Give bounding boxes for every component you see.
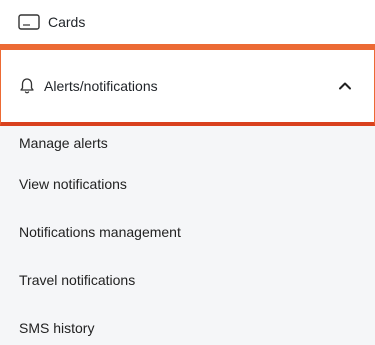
chevron-up-icon[interactable] (336, 77, 354, 95)
bell-icon (18, 77, 36, 95)
alerts-submenu: Manage alerts View notifications Notific… (0, 126, 375, 345)
submenu-item-view-notifications[interactable]: View notifications (0, 160, 375, 208)
menu-item-alerts-label: Alerts/notifications (44, 78, 158, 94)
menu-item-alerts-notifications[interactable]: Alerts/notifications (0, 44, 375, 126)
submenu-item-manage-alerts[interactable]: Manage alerts (0, 126, 375, 160)
menu-item-cards[interactable]: Cards (0, 0, 375, 44)
menu-item-cards-label: Cards (48, 14, 86, 30)
side-navigation-menu: Cards Alerts/notifications Manage alerts… (0, 0, 375, 345)
submenu-item-sms-history[interactable]: SMS history (0, 304, 375, 345)
submenu-item-notifications-management[interactable]: Notifications management (0, 208, 375, 256)
card-icon (18, 14, 40, 30)
submenu-item-travel-notifications[interactable]: Travel notifications (0, 256, 375, 304)
